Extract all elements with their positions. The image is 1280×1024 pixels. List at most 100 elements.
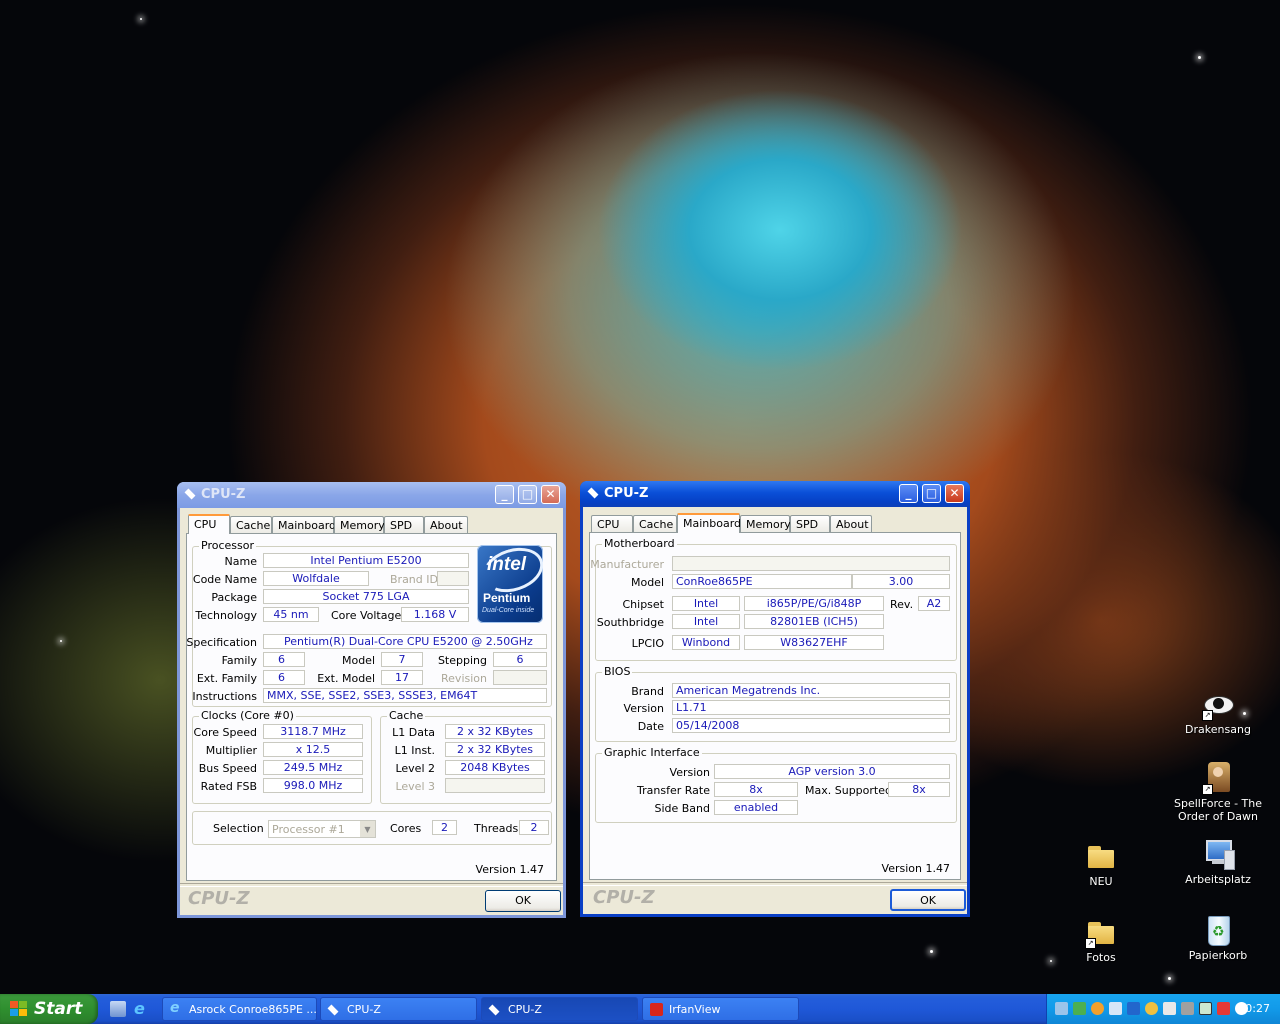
model-field: 7 <box>381 652 423 667</box>
intel-wordmark: intel <box>487 554 527 575</box>
technology-field: 45 nm <box>263 607 319 622</box>
divider <box>180 883 563 887</box>
motherboard-group: Motherboard Manufacturer Model ConRoe865… <box>590 537 957 661</box>
selection-dropdown[interactable]: Processor #1 ▼ <box>268 820 376 838</box>
taskbar-item-irfanview[interactable]: IrfanView <box>642 997 799 1021</box>
ok-button[interactable]: OK <box>485 890 561 912</box>
corespeed-field: 3118.7 MHz <box>263 724 363 739</box>
l1data-field: 2 x 32 KBytes <box>445 724 545 739</box>
mainboard-panel: Motherboard Manufacturer Model ConRoe865… <box>589 532 961 880</box>
desktop-icon-drakensang[interactable]: ↗ Drakensang <box>1163 688 1273 736</box>
group-title: Cache <box>387 709 426 722</box>
tab-mainboard[interactable]: Mainboard <box>272 516 336 533</box>
ok-button[interactable]: OK <box>890 889 966 911</box>
tab-mainboard[interactable]: Mainboard <box>677 513 741 533</box>
tray-icon[interactable] <box>1091 1002 1104 1015</box>
spec-field: Pentium(R) Dual-Core CPU E5200 @ 2.50GHz <box>263 634 547 649</box>
window-title: CPU-Z <box>201 487 246 502</box>
tab-about[interactable]: About <box>830 515 872 532</box>
tray-icon[interactable] <box>1199 1002 1212 1015</box>
family-field: 6 <box>263 652 305 667</box>
corevoltage-field: 1.168 V <box>401 607 469 622</box>
tab-memory[interactable]: Memory <box>740 515 791 532</box>
chipset-label: Chipset <box>622 598 664 611</box>
extmodel-label: Ext. Model <box>317 672 375 685</box>
chevron-down-icon[interactable]: ▼ <box>360 821 375 837</box>
gi-version-field: AGP version 3.0 <box>714 764 950 779</box>
minimize-button[interactable]: _ <box>495 485 514 504</box>
group-title: Clocks (Core #0) <box>199 709 296 722</box>
tab-spd[interactable]: SPD <box>790 515 830 532</box>
close-button[interactable]: ✕ <box>945 484 964 503</box>
computer-icon <box>1202 838 1235 870</box>
group-title: Motherboard <box>602 537 677 550</box>
network-tray-icon[interactable] <box>1055 1002 1068 1015</box>
graphic-interface-group: Graphic Interface Version AGP version 3.… <box>595 746 957 823</box>
irfanview-icon <box>650 1003 663 1016</box>
processor-group: Processor Name Intel Pentium E5200 Code … <box>186 539 552 707</box>
threads-label: Threads <box>474 822 519 835</box>
ie-quicklaunch-icon[interactable]: e <box>134 1001 150 1017</box>
maximize-button[interactable]: □ <box>518 485 537 504</box>
desktop-icon-neu[interactable]: NEU <box>1046 840 1156 888</box>
busspeed-field: 249.5 MHz <box>263 760 363 775</box>
busspeed-label: Bus Speed <box>198 762 257 775</box>
tray-icon[interactable] <box>1163 1002 1176 1015</box>
l1data-label: L1 Data <box>392 726 435 739</box>
brandid-label: Brand ID <box>390 573 438 586</box>
minimize-button[interactable]: _ <box>899 484 918 503</box>
show-desktop-icon[interactable] <box>110 1001 126 1017</box>
tab-cache[interactable]: Cache <box>230 516 272 533</box>
desktop-icon-label: Arbeitsplatz <box>1185 873 1251 886</box>
taskbar: Start e e Asrock Conroe865PE ... CPU-Z C… <box>0 994 1280 1024</box>
maximize-button[interactable]: □ <box>922 484 941 503</box>
tab-spd[interactable]: SPD <box>384 516 424 533</box>
start-button[interactable]: Start <box>0 994 98 1024</box>
desktop-icon-papierkorb[interactable]: ♻ Papierkorb <box>1163 914 1273 962</box>
taskbar-item-cpuz-1[interactable]: CPU-Z <box>320 997 477 1021</box>
tab-cpu[interactable]: CPU <box>591 515 633 532</box>
tray-icon[interactable] <box>1181 1002 1194 1015</box>
tab-memory[interactable]: Memory <box>334 516 385 533</box>
tab-cache[interactable]: Cache <box>633 515 677 532</box>
cpuz-icon <box>488 1004 500 1016</box>
cpu-panel: Processor Name Intel Pentium E5200 Code … <box>186 533 557 881</box>
tray-icon[interactable] <box>1217 1002 1230 1015</box>
desktop-icon-fotos[interactable]: ↗ Fotos <box>1046 916 1156 964</box>
tab-cpu[interactable]: CPU <box>188 514 230 534</box>
taskbar-item-label: CPU-Z <box>508 1003 542 1016</box>
window-title: CPU-Z <box>604 486 649 501</box>
multiplier-label: Multiplier <box>205 744 257 757</box>
cpuz-window-mainboard: CPU-Z _ □ ✕ CPU Cache Mainboard Memory S… <box>580 481 970 917</box>
chipset-field: i865P/PE/G/i848P <box>744 596 884 611</box>
cpuz-brand-logo: CPU-Z <box>188 888 250 909</box>
tray-icon[interactable] <box>1109 1002 1122 1015</box>
brandid-field <box>437 571 469 586</box>
group-title: Processor <box>199 539 256 552</box>
title-bar[interactable]: CPU-Z _ □ ✕ <box>580 481 970 507</box>
windows-logo-icon <box>10 1001 28 1017</box>
bios-brand-label: Brand <box>631 685 664 698</box>
title-bar[interactable]: CPU-Z _ □ ✕ <box>177 482 566 508</box>
max-supported-field: 8x <box>888 782 950 797</box>
taskbar-item-browser[interactable]: e Asrock Conroe865PE ... <box>162 997 317 1021</box>
desktop-icon-label: NEU <box>1089 875 1113 888</box>
package-field: Socket 775 LGA <box>263 589 469 604</box>
selection-label: Selection <box>213 822 264 835</box>
clock[interactable]: 20:27 <box>1238 1002 1270 1015</box>
desktop-icon-arbeitsplatz[interactable]: Arbeitsplatz <box>1163 838 1273 886</box>
bios-version-field: L1.71 <box>672 700 950 715</box>
close-button[interactable]: ✕ <box>541 485 560 504</box>
spec-label: Specification <box>186 636 257 649</box>
southbridge-vendor-field: Intel <box>672 614 740 629</box>
manufacturer-label: Manufacturer <box>590 558 664 571</box>
level3-label: Level 3 <box>395 780 435 793</box>
max-supported-label: Max. Supported <box>805 784 892 797</box>
tray-icon[interactable] <box>1073 1002 1086 1015</box>
revision-field <box>493 670 547 685</box>
tray-icon[interactable] <box>1127 1002 1140 1015</box>
taskbar-item-cpuz-2[interactable]: CPU-Z <box>481 997 638 1021</box>
tab-about[interactable]: About <box>424 516 468 533</box>
desktop-icon-spellforce[interactable]: ↗ SpellForce - The Order of Dawn <box>1163 762 1273 823</box>
tray-icon[interactable] <box>1145 1002 1158 1015</box>
